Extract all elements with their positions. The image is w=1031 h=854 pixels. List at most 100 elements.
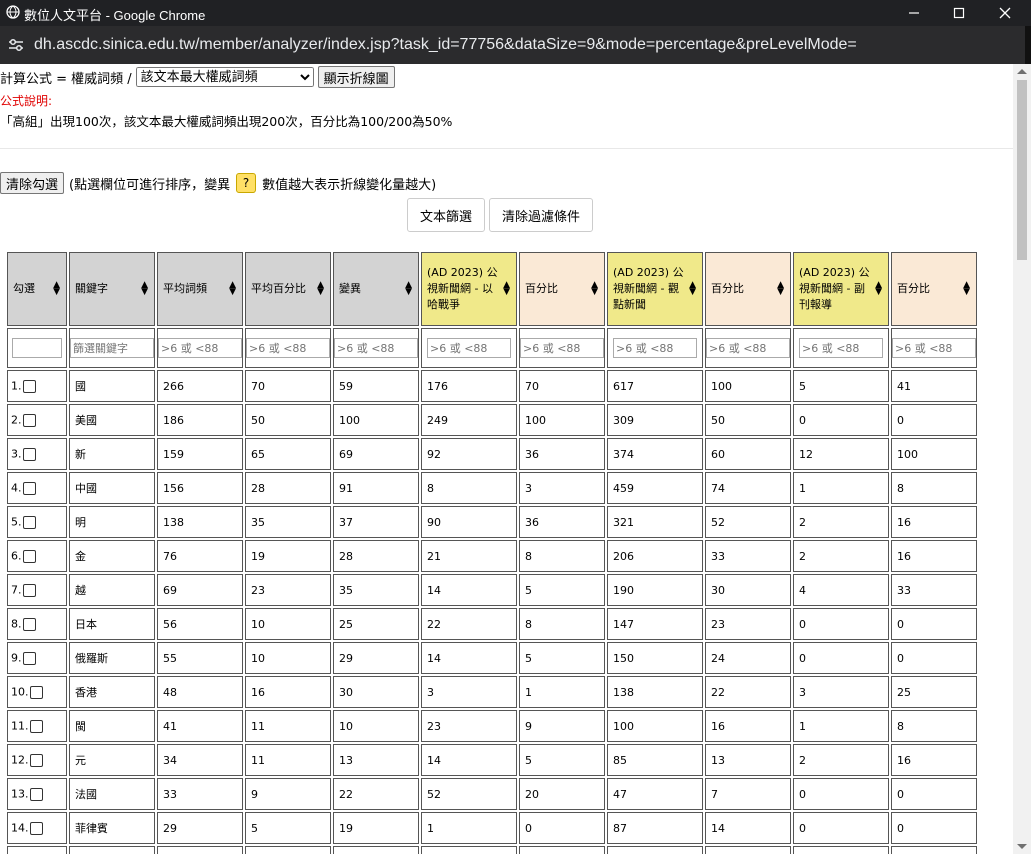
keyword-filter-input[interactable]	[70, 338, 154, 358]
column-header[interactable]: 百分比 ▲ ▼	[705, 252, 791, 326]
clear-selection-button[interactable]: 清除勾選	[0, 172, 65, 194]
value-cell: 28	[333, 540, 419, 572]
value-cell: 22	[421, 608, 517, 640]
value-cell: 309	[607, 404, 703, 436]
column-header[interactable]: (AD 2023) 公視新聞網 - 觀點新聞 ▲ ▼	[607, 252, 703, 326]
value-cell: 186	[157, 404, 243, 436]
keyword-cell: 中國	[69, 472, 155, 504]
formula-note-label: 公式說明:	[0, 94, 53, 108]
column-header[interactable]: (AD 2023) 公視新聞網 - 以哈戰爭 ▲ ▼	[421, 252, 517, 326]
row-checkbox[interactable]	[29, 719, 43, 733]
row-number: 4.	[11, 481, 22, 495]
value-cell: 6	[245, 846, 331, 854]
value-cell: 25	[891, 676, 977, 708]
value-cell: 0	[793, 812, 889, 844]
site-settings-icon[interactable]	[8, 38, 24, 52]
value-cell: 41	[891, 370, 977, 402]
row-checkbox[interactable]	[22, 481, 36, 495]
range-filter-input[interactable]	[520, 338, 604, 358]
row-number: 5.	[11, 515, 22, 529]
row-checkbox[interactable]	[22, 515, 36, 529]
clear-filter-button[interactable]: 清除過濾條件	[489, 198, 594, 232]
row-checkbox[interactable]	[22, 617, 36, 631]
value-cell: 1	[519, 676, 605, 708]
row-checkbox[interactable]	[22, 651, 36, 665]
select-cell: 13.	[7, 778, 67, 810]
range-filter-input[interactable]	[706, 338, 790, 358]
column-header[interactable]: 勾選 ▲ ▼	[7, 252, 67, 326]
text-filter-button[interactable]: 文本篩選	[407, 198, 486, 232]
close-button[interactable]	[982, 0, 1028, 26]
value-cell: 23	[245, 574, 331, 606]
row-checkbox[interactable]	[29, 685, 43, 699]
scrollbar-thumb[interactable]	[1017, 80, 1027, 260]
value-cell: 36	[519, 506, 605, 538]
row-checkbox[interactable]	[22, 549, 36, 563]
column-header[interactable]: 變異 ▲ ▼	[333, 252, 419, 326]
range-filter-input[interactable]	[427, 338, 511, 358]
sort-icon: ▲ ▼	[875, 280, 882, 297]
url-text[interactable]: dh.ascdc.sinica.edu.tw/member/analyzer/i…	[34, 36, 857, 54]
maximize-button[interactable]	[936, 0, 982, 26]
scroll-down-arrow-icon[interactable]	[1017, 844, 1027, 849]
range-filter-input[interactable]	[799, 338, 883, 358]
clear-row: 清除勾選 (點選欄位可進行排序，變異 ? 數值越大表示折線變化量越大)	[0, 172, 436, 194]
column-header[interactable]: (AD 2023) 公視新聞網 - 副刊報導 ▲ ▼	[793, 252, 889, 326]
row-checkbox[interactable]	[29, 821, 43, 835]
row-checkbox[interactable]	[29, 787, 43, 801]
row-checkbox[interactable]	[29, 753, 43, 767]
value-cell: 14	[705, 812, 791, 844]
show-chart-button[interactable]: 顯示折線圖	[317, 66, 395, 88]
value-cell: 14	[421, 642, 517, 674]
sort-icon: ▲ ▼	[141, 280, 148, 297]
value-cell: 8	[519, 540, 605, 572]
row-checkbox[interactable]	[22, 447, 36, 461]
table-row: 6. 金 76 19 28 21 8 206 33 2 16	[7, 540, 977, 572]
row-checkbox[interactable]	[22, 379, 36, 393]
select-cell: 11.	[7, 710, 67, 742]
scroll-up-arrow-icon[interactable]	[1017, 69, 1027, 74]
address-bar[interactable]: dh.ascdc.sinica.edu.tw/member/analyzer/i…	[0, 26, 1031, 64]
vertical-scrollbar[interactable]	[1013, 64, 1031, 854]
value-cell: 37	[333, 506, 419, 538]
value-cell: 8	[891, 472, 977, 504]
column-header[interactable]: 百分比 ▲ ▼	[891, 252, 977, 326]
column-header[interactable]: 百分比 ▲ ▼	[519, 252, 605, 326]
sort-icon: ▲ ▼	[777, 280, 784, 297]
value-cell: 16	[705, 710, 791, 742]
value-cell: 0	[793, 846, 889, 854]
range-filter-input[interactable]	[613, 338, 697, 358]
minimize-button[interactable]	[891, 0, 937, 26]
value-cell: 8	[519, 608, 605, 640]
value-cell: 35	[245, 506, 331, 538]
range-filter-input[interactable]	[158, 338, 242, 358]
range-filter-input[interactable]	[246, 338, 330, 358]
formula-select[interactable]: 該文本最大權威詞頻	[135, 67, 314, 87]
range-filter-input[interactable]	[892, 338, 976, 358]
value-cell: 14	[421, 574, 517, 606]
range-filter-input[interactable]	[334, 338, 418, 358]
value-cell: 8	[421, 472, 517, 504]
value-cell: 60	[705, 438, 791, 470]
value-cell: 56	[157, 608, 243, 640]
row-checkbox[interactable]	[22, 583, 36, 597]
table-row: 4. 中國 156 28 91 8 3 459 74 1 8	[7, 472, 977, 504]
column-header[interactable]: 平均百分比 ▲ ▼	[245, 252, 331, 326]
value-cell: 87	[607, 812, 703, 844]
select-cell: 4.	[7, 472, 67, 504]
sort-hint-text: (點選欄位可進行排序，變異	[69, 177, 231, 193]
window-title: 數位人文平台 - Google Chrome	[24, 8, 206, 23]
filter-cell	[69, 328, 155, 368]
value-cell: 5	[519, 574, 605, 606]
value-cell: 13	[333, 744, 419, 776]
sort-icon: ▲ ▼	[229, 280, 236, 297]
column-header[interactable]: 關鍵字 ▲ ▼	[69, 252, 155, 326]
checkbox-filter-input[interactable]	[12, 338, 62, 358]
row-checkbox[interactable]	[22, 413, 36, 427]
keyword-cell: 元	[69, 744, 155, 776]
table-row: 5. 明 138 35 37 90 36 321 52 2 16	[7, 506, 977, 538]
column-header[interactable]: 平均詞頻 ▲ ▼	[157, 252, 243, 326]
value-cell: 1	[421, 812, 517, 844]
value-cell: 24	[705, 642, 791, 674]
sort-icon: ▲ ▼	[405, 280, 412, 297]
